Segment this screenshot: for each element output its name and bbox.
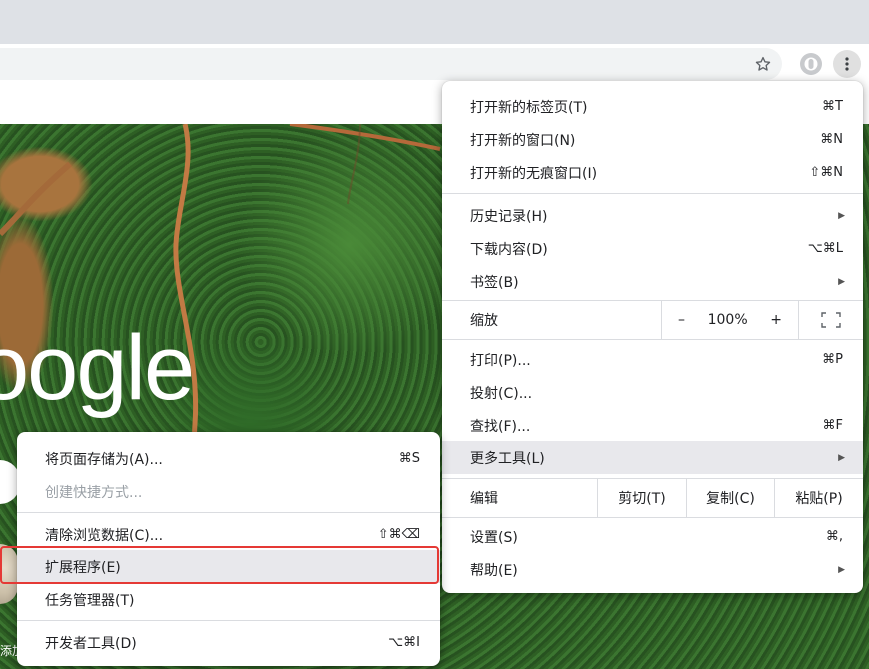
profile-avatar-icon[interactable]	[797, 50, 825, 78]
paste-button[interactable]: 粘贴(P)	[774, 479, 863, 517]
menu-item-new-tab[interactable]: 打开新的标签页(T) ⌘T	[442, 90, 863, 123]
menu-item-label: 清除浏览数据(C)...	[45, 527, 164, 544]
zoom-in-button[interactable]: +	[770, 312, 782, 328]
menu-item-help[interactable]: 帮助(E) ▶	[442, 553, 863, 586]
menu-item-label: 投射(C)...	[470, 385, 533, 402]
zoom-controls: – 100% +	[661, 301, 798, 339]
menu-item-label: 创建快捷方式...	[45, 484, 143, 501]
menu-item-find[interactable]: 查找(F)... ⌘F	[442, 409, 863, 442]
menu-item-label: 打印(P)...	[470, 352, 531, 369]
menu-item-label: 打开新的窗口(N)	[470, 132, 576, 149]
menu-item-new-window[interactable]: 打开新的窗口(N) ⌘N	[442, 123, 863, 156]
menu-item-label: 下载内容(D)	[470, 241, 548, 258]
menu-item-edit: 编辑 剪切(T) 复制(C) 粘贴(P)	[442, 479, 863, 517]
menu-item-print[interactable]: 打印(P)... ⌘P	[442, 343, 863, 376]
tab-strip	[0, 0, 869, 44]
menu-separator	[442, 517, 863, 518]
zoom-level: 100%	[707, 312, 748, 328]
chrome-main-menu: 打开新的标签页(T) ⌘T 打开新的窗口(N) ⌘N 打开新的无痕窗口(I) ⇧…	[442, 81, 863, 593]
menu-item-shortcut: ⌥⌘L	[807, 241, 843, 256]
google-logo: oogle	[0, 317, 195, 419]
menu-item-label: 编辑	[470, 491, 498, 507]
menu-item-label: 更多工具(L)	[470, 450, 545, 467]
menu-item-label: 打开新的标签页(T)	[470, 99, 588, 116]
annotation-highlight-box	[0, 546, 439, 584]
toolbar	[0, 44, 869, 84]
menu-item-shortcut: ⌘,	[825, 529, 843, 544]
menu-item-label: 查找(F)...	[470, 418, 531, 435]
menu-item-shortcut: ⌘S	[398, 451, 420, 466]
menu-item-label: 任务管理器(T)	[45, 592, 135, 609]
address-bar[interactable]	[0, 48, 782, 80]
menu-item-shortcut: ⌥⌘I	[388, 635, 420, 650]
menu-item-settings[interactable]: 设置(S) ⌘,	[442, 520, 863, 553]
menu-item-label: 将页面存储为(A)...	[45, 451, 163, 468]
submenu-arrow-icon: ▶	[838, 452, 845, 463]
menu-separator	[17, 512, 440, 513]
cut-button[interactable]: 剪切(T)	[597, 479, 686, 517]
submenu-arrow-icon: ▶	[838, 210, 845, 221]
menu-item-label: 缩放	[470, 313, 498, 329]
fullscreen-icon	[821, 312, 841, 328]
more-menu-icon[interactable]	[833, 50, 861, 78]
submenu-arrow-icon: ▶	[838, 564, 845, 575]
menu-item-label: 帮助(E)	[470, 562, 518, 579]
fullscreen-button[interactable]	[798, 301, 863, 339]
menu-item-save-page[interactable]: 将页面存储为(A)... ⌘S	[17, 442, 440, 475]
zoom-out-button[interactable]: –	[678, 312, 685, 328]
menu-item-zoom: 缩放 – 100% +	[442, 301, 863, 339]
menu-item-shortcut: ⌘N	[820, 132, 843, 147]
copy-button[interactable]: 复制(C)	[686, 479, 774, 517]
menu-item-shortcut: ⇧⌘⌫	[377, 527, 420, 542]
menu-item-label: 开发者工具(D)	[45, 635, 137, 652]
menu-item-label: 历史记录(H)	[470, 208, 548, 225]
bookmark-star-icon[interactable]	[749, 50, 777, 78]
menu-separator	[442, 193, 863, 194]
menu-item-new-incognito[interactable]: 打开新的无痕窗口(I) ⇧⌘N	[442, 156, 863, 189]
menu-item-shortcut: ⇧⌘N	[809, 165, 843, 180]
menu-item-more-tools[interactable]: 更多工具(L) ▶	[442, 441, 863, 474]
menu-item-shortcut: ⌘T	[822, 99, 843, 114]
menu-separator	[442, 339, 863, 340]
menu-separator	[17, 620, 440, 621]
submenu-arrow-icon: ▶	[838, 276, 845, 287]
menu-item-label: 打开新的无痕窗口(I)	[470, 165, 598, 182]
menu-item-downloads[interactable]: 下载内容(D) ⌥⌘L	[442, 232, 863, 265]
menu-item-shortcut: ⌘F	[822, 418, 843, 433]
menu-item-bookmarks[interactable]: 书签(B) ▶	[442, 265, 863, 298]
menu-item-create-shortcut: 创建快捷方式...	[17, 475, 440, 508]
menu-item-shortcut: ⌘P	[822, 352, 843, 367]
menu-item-history[interactable]: 历史记录(H) ▶	[442, 199, 863, 232]
menu-item-label: 书签(B)	[470, 274, 519, 291]
menu-item-dev-tools[interactable]: 开发者工具(D) ⌥⌘I	[17, 626, 440, 659]
menu-item-task-manager[interactable]: 任务管理器(T)	[17, 583, 440, 616]
menu-item-label: 设置(S)	[470, 529, 518, 546]
menu-item-cast[interactable]: 投射(C)...	[442, 376, 863, 409]
